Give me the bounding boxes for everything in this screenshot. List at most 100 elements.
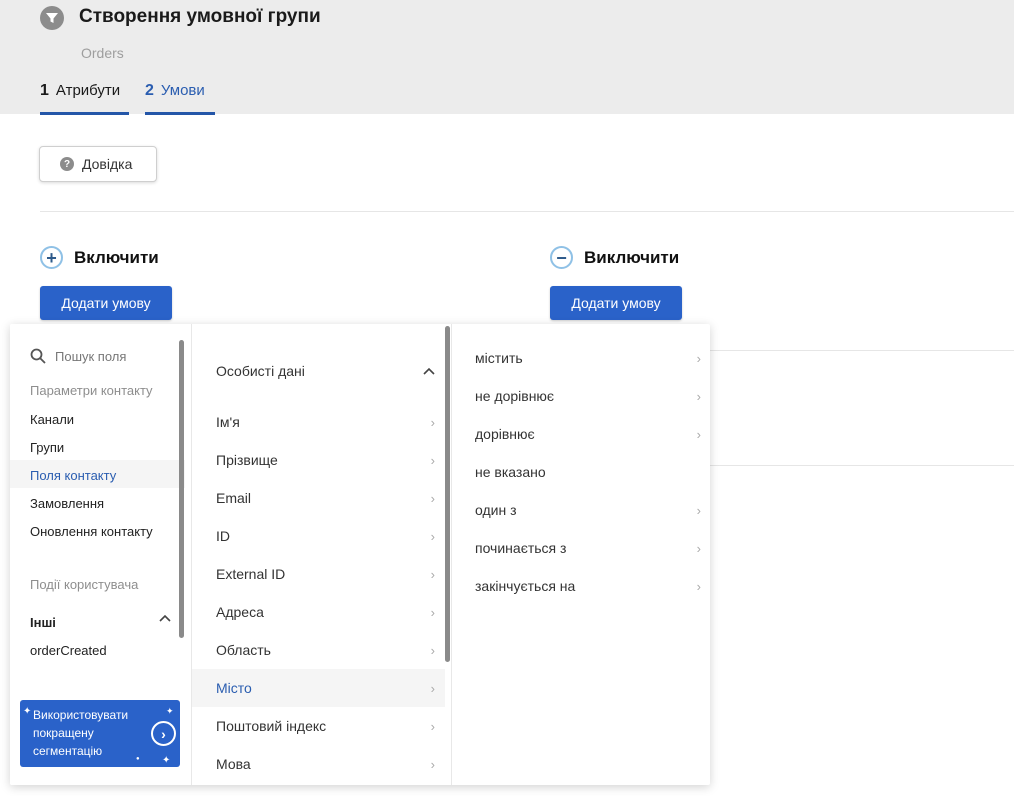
chevron-right-icon: › bbox=[430, 642, 435, 658]
field-label: Email bbox=[216, 490, 252, 506]
chevron-right-icon: › bbox=[430, 604, 435, 620]
category-item-contact-fields[interactable]: Поля контакту bbox=[30, 468, 116, 483]
operator-label: починається з bbox=[475, 540, 567, 556]
divider bbox=[710, 465, 1014, 466]
field-label: Поштовий індекс bbox=[216, 718, 327, 734]
field-item-first-name[interactable]: Ім'я › bbox=[192, 403, 445, 441]
field-label: Адреса bbox=[216, 604, 264, 620]
wizard-steps: 1 Атрибути 2 Умови bbox=[40, 80, 231, 115]
chevron-right-icon: › bbox=[696, 540, 701, 556]
operator-not-set[interactable]: не вказано bbox=[452, 453, 710, 491]
group-label: Особисті дані bbox=[216, 363, 305, 379]
category-item-orders[interactable]: Замовлення bbox=[30, 496, 104, 511]
help-button[interactable]: ? Довідка bbox=[39, 146, 157, 182]
promo-label: Використовувати покращену сегментацію bbox=[33, 708, 129, 758]
field-item-address[interactable]: Адреса › bbox=[192, 593, 445, 631]
field-item-postal-code[interactable]: Поштовий індекс › bbox=[192, 707, 445, 745]
operator-label: один з bbox=[475, 502, 517, 518]
operator-label: не дорівнює bbox=[475, 388, 555, 404]
include-heading: + Включити bbox=[40, 246, 159, 269]
category-item-channels[interactable]: Канали bbox=[30, 412, 74, 427]
chevron-right-icon: › bbox=[430, 718, 435, 734]
step-attributes[interactable]: 1 Атрибути bbox=[40, 80, 129, 115]
chevron-up-icon[interactable] bbox=[159, 614, 171, 622]
divider bbox=[40, 211, 1014, 212]
category-group-others[interactable]: Інші bbox=[30, 615, 56, 630]
exclude-heading: − Виключити bbox=[550, 246, 679, 269]
field-item-region[interactable]: Область › bbox=[192, 631, 445, 669]
operator-label: закінчується на bbox=[475, 578, 576, 594]
chevron-right-icon: › bbox=[696, 388, 701, 404]
advanced-segmentation-button[interactable]: ✦ ✦ ✦ ● Використовувати покращену сегмен… bbox=[20, 700, 180, 767]
field-item-email[interactable]: Email › bbox=[192, 479, 445, 517]
chevron-right-icon: › bbox=[430, 680, 435, 696]
step-number: 2 bbox=[145, 82, 154, 99]
page-header: Створення умовної групи Orders 1 Атрибут… bbox=[0, 0, 1014, 115]
field-categories-column: Пошук поля Параметри контакту Канали Гру… bbox=[10, 324, 190, 785]
page-title: Створення умовної групи bbox=[79, 6, 321, 27]
field-item-id[interactable]: ID › bbox=[192, 517, 445, 555]
sparkle-icon: ✦ bbox=[166, 706, 174, 716]
include-add-condition-button[interactable]: Додати умову bbox=[40, 286, 172, 320]
field-search[interactable]: Пошук поля bbox=[30, 348, 126, 364]
field-selector-dropdown: Пошук поля Параметри контакту Канали Гру… bbox=[10, 324, 710, 785]
field-item-external-id[interactable]: External ID › bbox=[192, 555, 445, 593]
operator-equal[interactable]: дорівнює › bbox=[452, 415, 710, 453]
step-label: Умови bbox=[160, 82, 205, 99]
chevron-right-icon: › bbox=[430, 528, 435, 544]
step-number: 1 bbox=[40, 82, 49, 99]
chevron-right-icon: › bbox=[430, 452, 435, 468]
scrollbar[interactable] bbox=[179, 340, 184, 638]
chevron-right-icon: › bbox=[696, 502, 701, 518]
operator-not-equal[interactable]: не дорівнює › bbox=[452, 377, 710, 415]
help-button-label: Довідка bbox=[82, 156, 133, 172]
chevron-right-icon: › bbox=[696, 578, 701, 594]
sparkle-icon: ● bbox=[136, 756, 140, 762]
exclude-label: Виключити bbox=[584, 247, 680, 267]
minus-icon: − bbox=[550, 246, 573, 269]
section-label: Параметри контакту bbox=[30, 383, 153, 398]
chevron-right-icon: › bbox=[696, 350, 701, 366]
chevron-right-icon: › bbox=[430, 756, 435, 772]
page-subtitle: Orders bbox=[81, 45, 124, 61]
operator-label: дорівнює bbox=[475, 426, 535, 442]
group-personal-data[interactable]: Особисті дані bbox=[192, 352, 445, 390]
field-item-language[interactable]: Мова › bbox=[192, 745, 445, 783]
exclude-add-condition-button[interactable]: Додати умову bbox=[550, 286, 682, 320]
field-label: External ID bbox=[216, 566, 286, 582]
step-conditions[interactable]: 2 Умови bbox=[145, 80, 215, 115]
field-item-city[interactable]: Місто › bbox=[192, 669, 445, 707]
include-label: Включити bbox=[74, 247, 159, 267]
field-label: Місто bbox=[216, 680, 252, 696]
search-input[interactable]: Пошук поля bbox=[55, 349, 126, 364]
field-item-last-name[interactable]: Прізвище › bbox=[192, 441, 445, 479]
operator-contains[interactable]: містить › bbox=[452, 339, 710, 377]
operator-label: містить bbox=[475, 350, 523, 366]
operator-label: не вказано bbox=[475, 464, 546, 480]
operator-one-of[interactable]: один з › bbox=[452, 491, 710, 529]
field-label: Область bbox=[216, 642, 271, 658]
search-icon bbox=[30, 348, 46, 364]
filter-icon bbox=[40, 6, 64, 30]
field-label: Ім'я bbox=[216, 414, 240, 430]
chevron-right-icon: › bbox=[430, 490, 435, 506]
chevron-right-icon: › bbox=[430, 566, 435, 582]
category-item-contact-update[interactable]: Оновлення контакту bbox=[30, 524, 153, 539]
divider bbox=[710, 350, 1014, 351]
operator-starts-with[interactable]: починається з › bbox=[452, 529, 710, 567]
chevron-up-icon bbox=[423, 367, 435, 375]
chevron-right-icon: › bbox=[696, 426, 701, 442]
personal-data-column: Особисті дані Ім'я › Прізвище › Email › ID ›… bbox=[191, 324, 451, 785]
scrollbar[interactable] bbox=[445, 326, 450, 662]
sparkle-icon: ✦ bbox=[162, 755, 171, 766]
category-item-order-created[interactable]: orderCreated bbox=[30, 643, 107, 658]
category-item-groups[interactable]: Групи bbox=[30, 440, 64, 455]
chevron-right-icon: › bbox=[151, 721, 176, 746]
question-icon: ? bbox=[60, 157, 74, 171]
sparkle-icon: ✦ bbox=[23, 706, 32, 717]
chevron-right-icon: › bbox=[430, 414, 435, 430]
operator-ends-with[interactable]: закінчується на › bbox=[452, 567, 710, 605]
operators-column: містить › не дорівнює › дорівнює › не вказа… bbox=[451, 324, 710, 785]
field-label: Мова bbox=[216, 756, 251, 772]
plus-icon: + bbox=[40, 246, 63, 269]
